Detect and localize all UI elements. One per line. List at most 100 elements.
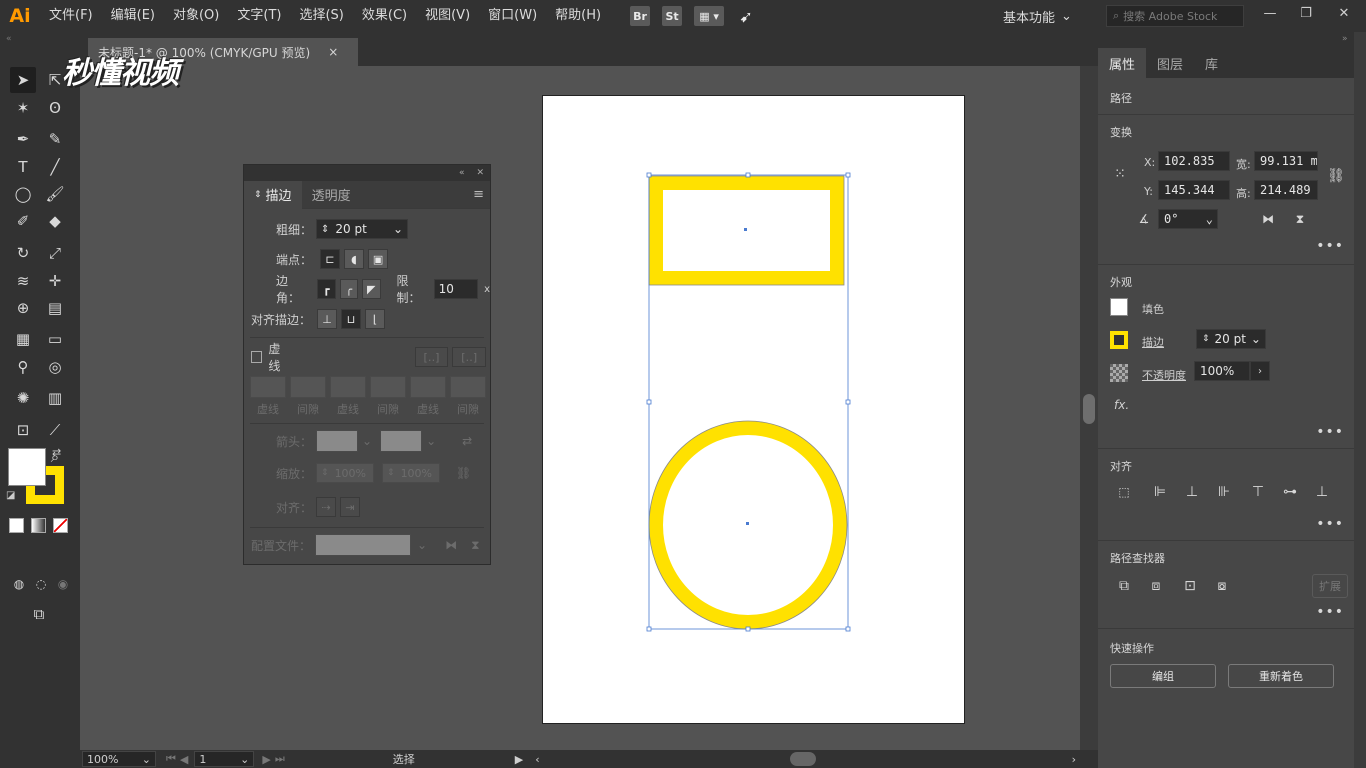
menu-object[interactable]: 对象(O) bbox=[164, 0, 228, 32]
minus-front-icon[interactable]: ⧈ bbox=[1146, 576, 1166, 596]
menu-select[interactable]: 选择(S) bbox=[290, 0, 352, 32]
gap-field-3[interactable] bbox=[450, 376, 486, 398]
panel-menu-icon[interactable]: ≡ bbox=[473, 187, 484, 202]
properties-scrollbar[interactable] bbox=[1354, 32, 1366, 768]
restore-button[interactable]: ❐ bbox=[1288, 0, 1324, 26]
width-input[interactable]: 99.131 m bbox=[1254, 151, 1318, 171]
flip-along-icon[interactable]: ⧓ bbox=[445, 538, 457, 552]
round-cap-icon[interactable]: ◖ bbox=[344, 249, 365, 269]
scroll-right-icon[interactable]: › bbox=[1072, 753, 1076, 766]
opacity-link-label[interactable]: 不透明度 bbox=[1142, 367, 1186, 383]
align-center-icon[interactable]: ⊥ bbox=[317, 309, 338, 329]
none-mode-icon[interactable] bbox=[53, 518, 68, 533]
canvas[interactable] bbox=[80, 66, 1080, 750]
rectangle-shape[interactable] bbox=[648, 175, 845, 286]
align-vertical-center-icon[interactable]: ⊶ bbox=[1280, 482, 1300, 502]
symbol-sprayer-tool-icon[interactable]: ✺ bbox=[10, 385, 36, 411]
pen-tool-icon[interactable]: ✒ bbox=[10, 126, 36, 152]
gap-field-2[interactable] bbox=[370, 376, 406, 398]
arrange-documents-icon[interactable]: ▦ ▾ bbox=[694, 6, 725, 26]
fill-label[interactable]: 填色 bbox=[1142, 301, 1164, 317]
group-button[interactable]: 编组 bbox=[1110, 664, 1216, 688]
x-input[interactable]: 102.835 bbox=[1158, 151, 1230, 171]
stroke-panel-titlebar[interactable]: « ✕ bbox=[244, 165, 490, 181]
shape-builder-tool-icon[interactable]: ⊕ bbox=[10, 295, 36, 321]
first-artboard-icon[interactable]: ⏮ bbox=[166, 752, 176, 766]
stock-button[interactable]: St bbox=[662, 6, 683, 26]
selection-tool-icon[interactable]: ➤ bbox=[10, 67, 36, 93]
type-tool-icon[interactable]: T bbox=[10, 154, 36, 180]
rotate-tool-icon[interactable]: ↻ bbox=[10, 240, 36, 266]
reference-point-icon[interactable]: ⁙ bbox=[1110, 164, 1130, 184]
chevron-down-icon[interactable]: ⌄ bbox=[362, 434, 372, 448]
stock-search-input[interactable]: ⌕ 搜索 Adobe Stock bbox=[1106, 5, 1244, 27]
butt-cap-icon[interactable]: ⊏ bbox=[320, 249, 341, 269]
artboard-tool-icon[interactable]: ⊡ bbox=[10, 417, 36, 443]
line-tool-icon[interactable]: ╱ bbox=[42, 154, 68, 180]
chevron-down-icon[interactable]: ⌄ bbox=[417, 538, 427, 552]
expand-button[interactable]: 扩展 bbox=[1312, 574, 1348, 598]
vertical-scroll-thumb[interactable] bbox=[1083, 394, 1095, 424]
limit-field[interactable]: 10 bbox=[433, 279, 479, 299]
next-artboard-icon[interactable]: ▶ bbox=[262, 753, 270, 766]
stepper-icon[interactable]: ⇕ bbox=[321, 468, 329, 478]
width-tool-icon[interactable]: ≋ bbox=[10, 268, 36, 294]
color-mode-icon[interactable] bbox=[9, 518, 24, 533]
align-left-icon[interactable]: ⊫ bbox=[1150, 482, 1170, 502]
zoom-field[interactable]: 100% ⌄ bbox=[82, 751, 156, 767]
stroke-link-label[interactable]: 描边 bbox=[1142, 334, 1164, 350]
dash-align-icon[interactable]: [‥] bbox=[452, 347, 486, 367]
mesh-tool-icon[interactable]: ▦ bbox=[10, 326, 36, 352]
dash-field-1[interactable] bbox=[250, 376, 286, 398]
scroll-left-icon[interactable]: ‹ bbox=[535, 753, 539, 766]
chevron-down-icon[interactable]: ⌄ bbox=[1251, 332, 1261, 346]
align-bottom-icon[interactable]: ⊥ bbox=[1312, 482, 1332, 502]
stepper-icon[interactable]: ⇕ bbox=[387, 468, 395, 478]
gap-field-1[interactable] bbox=[290, 376, 326, 398]
artboard-field[interactable]: 1 ⌄ bbox=[194, 751, 255, 767]
more-options-icon[interactable]: ••• bbox=[1316, 604, 1344, 620]
horizontal-scroll-thumb[interactable] bbox=[790, 752, 816, 766]
stroke-weight-input[interactable]: ⇕ 20 pt ⌄ bbox=[1196, 329, 1266, 349]
opacity-input[interactable]: 100% bbox=[1194, 361, 1250, 381]
tab-stroke[interactable]: ⇕ 描边 bbox=[244, 180, 302, 209]
intersect-icon[interactable]: ⊡ bbox=[1180, 576, 1200, 596]
flip-horizontal-icon[interactable]: ⧓ bbox=[1258, 209, 1278, 229]
blend-tool-icon[interactable]: ◎ bbox=[42, 354, 68, 380]
height-input[interactable]: 214.489 bbox=[1254, 180, 1318, 200]
panel-collapse-icon[interactable]: » bbox=[1342, 34, 1348, 44]
more-options-icon[interactable]: ••• bbox=[1316, 424, 1344, 440]
chevron-right-icon[interactable]: › bbox=[1250, 361, 1270, 381]
menu-view[interactable]: 视图(V) bbox=[416, 0, 479, 32]
start-scale-field[interactable]: ⇕ 100% bbox=[316, 463, 375, 483]
fx-effects-button[interactable]: fx. bbox=[1114, 398, 1129, 412]
artwork-layer[interactable] bbox=[80, 66, 1080, 750]
menu-window[interactable]: 窗口(W) bbox=[479, 0, 546, 32]
more-options-icon[interactable]: ••• bbox=[1316, 238, 1344, 254]
previous-artboard-icon[interactable]: ◀ bbox=[180, 753, 188, 766]
eraser-tool-icon[interactable]: ◆ bbox=[42, 208, 68, 234]
align-inside-icon[interactable]: ⊔ bbox=[341, 309, 362, 329]
menu-type[interactable]: 文字(T) bbox=[228, 0, 290, 32]
tab-properties[interactable]: 属性 bbox=[1098, 48, 1147, 78]
stroke-color-swatch[interactable] bbox=[1110, 331, 1128, 349]
stepper-icon[interactable]: ⇕ bbox=[1202, 334, 1210, 344]
workspace-switcher[interactable]: 基本功能 ⌄ bbox=[1003, 5, 1093, 27]
flip-across-icon[interactable]: ⧗ bbox=[471, 538, 479, 553]
tab-transparency[interactable]: 透明度 bbox=[302, 181, 361, 209]
panel-collapse-icon[interactable]: « bbox=[0, 32, 80, 46]
bridge-button[interactable]: Br bbox=[630, 6, 651, 26]
align-outside-icon[interactable]: ⌊ bbox=[365, 309, 386, 329]
tab-libraries[interactable]: 库 bbox=[1194, 48, 1229, 78]
menu-help[interactable]: 帮助(H) bbox=[546, 0, 610, 32]
curvature-tool-icon[interactable]: ✎ bbox=[42, 126, 68, 152]
puppet-warp-tool-icon[interactable]: ✛ bbox=[42, 268, 68, 294]
recolor-button[interactable]: 重新着色 bbox=[1228, 664, 1334, 688]
bevel-join-icon[interactable]: ◤ bbox=[362, 279, 381, 299]
gradient-tool-icon[interactable]: ▭ bbox=[42, 326, 68, 352]
tab-layers[interactable]: 图层 bbox=[1146, 48, 1194, 78]
chevron-down-icon[interactable]: ⌄ bbox=[393, 222, 403, 236]
profile-select[interactable] bbox=[315, 534, 412, 556]
start-arrowhead-select[interactable] bbox=[316, 430, 359, 452]
close-window-button[interactable]: ✕ bbox=[1326, 0, 1362, 26]
